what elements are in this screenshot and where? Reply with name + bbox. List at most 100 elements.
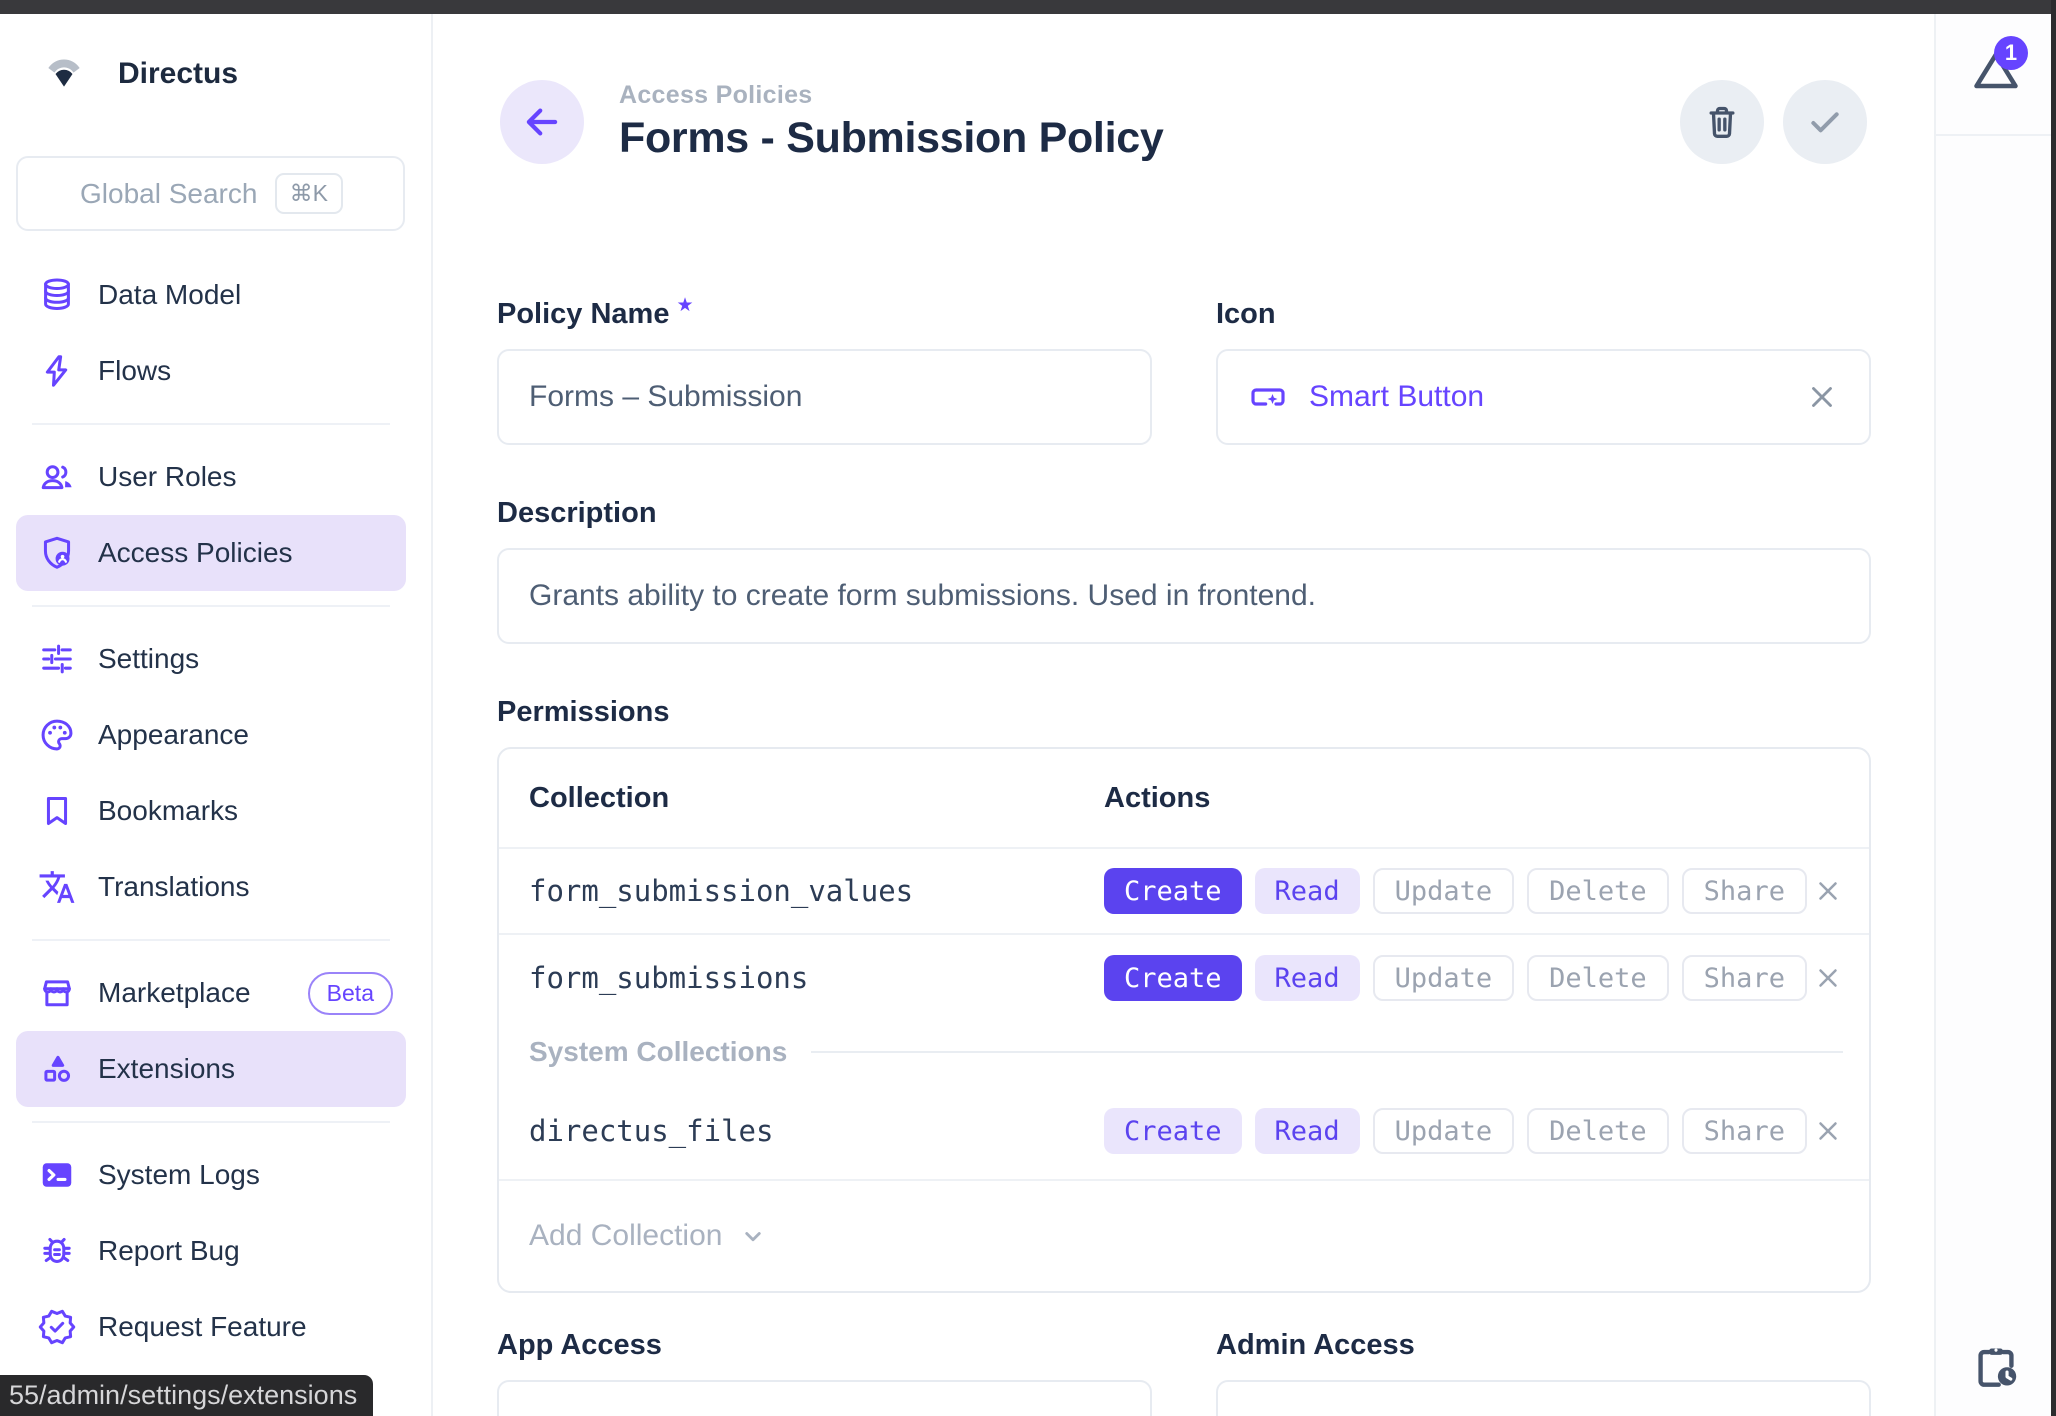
sidebar-item-extensions[interactable]: Extensions	[16, 1031, 406, 1107]
action-chip-update[interactable]: Update	[1373, 955, 1515, 1001]
add-collection-button[interactable]: Add Collection	[499, 1179, 1869, 1291]
remove-permission-button[interactable]	[1813, 1116, 1843, 1146]
action-chip-create[interactable]: Create	[1104, 1108, 1242, 1154]
sidebar-item-label: Settings	[98, 643, 199, 675]
close-icon	[1805, 380, 1839, 414]
beta-badge: Beta	[308, 972, 393, 1015]
collection-column-header: Collection	[529, 782, 1104, 815]
icon-input[interactable]: Smart Button	[1216, 349, 1871, 445]
sidebar-item-label: Access Policies	[98, 537, 293, 569]
permissions-panel: Collection Actions form_submission_value…	[497, 747, 1871, 1293]
sidebar-item-label: Bookmarks	[98, 795, 238, 827]
sidebar-item-marketplace[interactable]: Marketplace Beta	[16, 955, 406, 1031]
right-sidebar: 1	[1934, 14, 2056, 1416]
translate-icon	[38, 868, 76, 906]
permissions-header: Collection Actions	[499, 749, 1869, 849]
breadcrumb[interactable]: Access Policies	[619, 81, 1163, 110]
search-placeholder: Global Search	[80, 178, 257, 210]
sidebar-item-label: Extensions	[98, 1053, 235, 1085]
sidebar-item-bookmarks[interactable]: Bookmarks	[16, 773, 406, 849]
back-button[interactable]	[500, 80, 584, 164]
notification-badge: 1	[1994, 36, 2028, 70]
action-chip-create[interactable]: Create	[1104, 868, 1242, 914]
system-collections-label: System Collections	[529, 1036, 787, 1068]
sidebar-item-label: User Roles	[98, 461, 236, 493]
notifications-button[interactable]: 1	[1936, 44, 2056, 96]
sidebar-item-settings[interactable]: Settings	[16, 621, 406, 697]
delete-button[interactable]	[1680, 80, 1764, 164]
users-icon	[38, 458, 76, 496]
sidebar-item-request-feature[interactable]: Request Feature	[16, 1289, 406, 1365]
description-input[interactable]: Grants ability to create form submission…	[497, 548, 1871, 644]
action-chip-read[interactable]: Read	[1255, 868, 1360, 914]
sidebar-item-system-logs[interactable]: System Logs	[16, 1137, 406, 1213]
actions-column-header: Actions	[1104, 782, 1210, 815]
directus-app: Directus Global Search ⌘K Data Model Flow…	[0, 0, 2056, 1416]
global-search-input[interactable]: Global Search ⌘K	[16, 156, 405, 231]
app-name: Directus	[118, 57, 238, 91]
sidebar-item-flows[interactable]: Flows	[16, 333, 406, 409]
activity-button[interactable]	[1936, 1342, 2056, 1392]
trash-icon	[1702, 102, 1742, 142]
bolt-icon	[38, 352, 76, 390]
sidebar-item-report-bug[interactable]: Report Bug	[16, 1213, 406, 1289]
action-chip-delete[interactable]: Delete	[1527, 1108, 1669, 1154]
collection-name: directus_files	[529, 1114, 1104, 1148]
action-chip-update[interactable]: Update	[1373, 1108, 1515, 1154]
divider-rule	[811, 1051, 1843, 1053]
action-chip-update[interactable]: Update	[1373, 868, 1515, 914]
sidebar-item-label: Request Feature	[98, 1311, 307, 1343]
clear-icon-button[interactable]	[1805, 380, 1839, 414]
action-chips: Create Read Update Delete Share	[1104, 1108, 1807, 1154]
directus-logo-icon	[40, 54, 88, 94]
window-top-bar	[0, 0, 2056, 14]
action-chip-create[interactable]: Create	[1104, 955, 1242, 1001]
status-url-tooltip: 55/admin/settings/extensions	[0, 1375, 373, 1416]
right-sidebar-divider	[1936, 134, 2056, 136]
admin-access-group: Admin Access Enabled	[1216, 1329, 1871, 1416]
action-chips: Create Read Update Delete Share	[1104, 868, 1807, 914]
remove-permission-button[interactable]	[1813, 876, 1843, 906]
sidebar-item-access-policies[interactable]: Access Policies	[16, 515, 406, 591]
sidebar-item-user-roles[interactable]: User Roles	[16, 439, 406, 515]
sidebar-divider	[32, 939, 390, 941]
logo-row[interactable]: Directus	[40, 54, 431, 94]
arrow-left-icon	[521, 101, 563, 143]
bug-icon	[38, 1232, 76, 1270]
sidebar-item-label: Flows	[98, 355, 171, 387]
save-button[interactable]	[1783, 80, 1867, 164]
policy-name-field-group: Policy Name★ Forms – Submission	[497, 298, 1152, 445]
description-label: Description	[497, 497, 1871, 530]
icon-field-group: Icon Smart Button	[1216, 298, 1871, 445]
sidebar-item-translations[interactable]: Translations	[16, 849, 406, 925]
action-chip-read[interactable]: Read	[1255, 1108, 1360, 1154]
action-chip-read[interactable]: Read	[1255, 955, 1360, 1001]
sidebar-item-appearance[interactable]: Appearance	[16, 697, 406, 773]
action-chip-share[interactable]: Share	[1682, 868, 1807, 914]
policy-name-input[interactable]: Forms – Submission	[497, 349, 1152, 445]
sidebar-item-data-model[interactable]: Data Model	[16, 257, 406, 333]
shapes-icon	[38, 1050, 76, 1088]
sidebar-divider	[32, 423, 390, 425]
action-chip-delete[interactable]: Delete	[1527, 955, 1669, 1001]
window-right-edge	[2051, 0, 2056, 1416]
sidebar-item-label: System Logs	[98, 1159, 260, 1191]
app-access-box: Enabled	[497, 1380, 1152, 1416]
action-chip-delete[interactable]: Delete	[1527, 868, 1669, 914]
icon-label: Icon	[1216, 298, 1871, 331]
sidebar-item-label: Data Model	[98, 279, 241, 311]
collection-name: form_submission_values	[529, 874, 1104, 908]
sidebar: Directus Global Search ⌘K Data Model Flow…	[0, 14, 433, 1416]
sidebar-item-label: Marketplace	[98, 977, 251, 1009]
action-chip-share[interactable]: Share	[1682, 955, 1807, 1001]
description-field-group: Description Grants ability to create for…	[497, 497, 1871, 644]
sidebar-nav: Data Model Flows User Roles Access Policies…	[0, 257, 431, 1365]
sidebar-divider	[32, 1121, 390, 1123]
icon-value: Smart Button	[1309, 380, 1484, 414]
tune-icon	[38, 640, 76, 678]
remove-permission-button[interactable]	[1813, 963, 1843, 993]
app-access-label: App Access	[497, 1329, 1152, 1362]
action-chip-share[interactable]: Share	[1682, 1108, 1807, 1154]
chevron-down-icon	[738, 1221, 768, 1251]
policy-name-label: Policy Name★	[497, 298, 1152, 331]
